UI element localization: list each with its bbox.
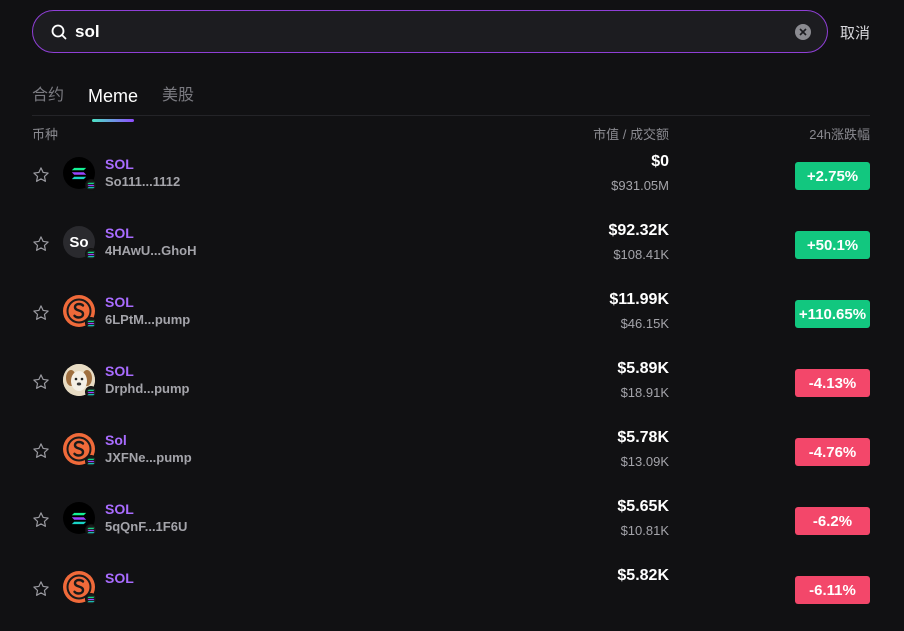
solana-chain-icon [85, 317, 97, 329]
change-badge: -6.11% [795, 576, 870, 604]
market-cap: $11.99K [609, 291, 669, 308]
volume: $46.15K [620, 316, 669, 331]
token-row[interactable]: So SOL 4HAwU...GhoH $92.32K $108.41K +50.1% [0, 217, 904, 286]
token-row[interactable]: SOL 6LPtM...pump $11.99K $46.15K +110.65% [0, 286, 904, 355]
solana-chain-icon [85, 386, 97, 398]
favorite-star-icon[interactable] [32, 580, 50, 598]
favorite-star-icon[interactable] [32, 511, 50, 529]
token-row[interactable]: SOL So111...1112 $0 $931.05M +2.75% [0, 148, 904, 217]
token-row[interactable]: SOL $5.82K -6.11% [0, 562, 904, 631]
dog-logo [63, 364, 97, 398]
market-cap: $5.89K [617, 360, 669, 377]
volume: $931.05M [611, 178, 669, 193]
solana-chain-icon [85, 455, 97, 467]
token-row[interactable]: SOL 5qQnF...1F6U $5.65K $10.81K -6.2% [0, 493, 904, 562]
tab-label: 合约 [32, 87, 65, 104]
cancel-button[interactable]: 取消 [840, 22, 870, 43]
solana-logo [63, 157, 97, 191]
token-address: 4HAwU...GhoH [105, 243, 197, 258]
token-address: 6LPtM...pump [105, 312, 191, 327]
logo-text: So [69, 233, 89, 251]
column-header-coin[interactable]: 币种 [32, 124, 58, 143]
tab-us-stocks[interactable]: 美股 [162, 84, 194, 116]
category-tabs: 合约 Meme 美股 [32, 84, 218, 122]
market-cap: $5.82K [617, 567, 669, 584]
solana-logo [63, 502, 97, 536]
change-badge: -6.2% [795, 507, 870, 535]
token-name: SOL [105, 570, 134, 586]
solana-chain-icon [85, 179, 97, 191]
favorite-star-icon[interactable] [32, 166, 50, 184]
search-input[interactable]: sol [32, 10, 828, 53]
volume: $108.41K [613, 247, 669, 262]
tab-label: 美股 [162, 87, 195, 104]
volume: $13.09K [620, 454, 669, 469]
favorite-star-icon[interactable] [32, 304, 50, 322]
solana-chain-icon [85, 248, 97, 260]
search-icon [51, 24, 67, 39]
change-badge: +2.75% [795, 162, 870, 190]
solana-chain-icon [85, 593, 97, 605]
market-cap: $5.65K [617, 498, 669, 515]
token-address: So111...1112 [105, 174, 181, 189]
change-badge: +110.65% [795, 300, 870, 328]
token-name: SOL [105, 156, 134, 172]
market-cap: $5.78K [617, 429, 669, 446]
tab-contracts[interactable]: 合约 [32, 84, 64, 116]
column-header-24h-change[interactable]: 24h涨跌幅 [809, 124, 870, 143]
token-name: SOL [105, 294, 134, 310]
s-coin-logo [63, 433, 97, 467]
token-address: JXFNe...pump [105, 450, 192, 465]
volume: $10.81K [620, 523, 669, 538]
token-address: 5qQnF...1F6U [105, 519, 188, 534]
tab-meme[interactable]: Meme [88, 84, 139, 122]
token-name: Sol [105, 432, 127, 448]
search-row: sol 取消 [32, 10, 874, 53]
favorite-star-icon[interactable] [32, 442, 50, 460]
search-query: sol [75, 21, 100, 41]
favorite-star-icon[interactable] [32, 373, 50, 391]
token-name: SOL [105, 225, 134, 241]
s-coin-logo [63, 571, 97, 605]
change-badge: -4.76% [795, 438, 870, 466]
token-name: SOL [105, 501, 134, 517]
market-cap: $0 [651, 153, 669, 170]
token-row[interactable]: Sol JXFNe...pump $5.78K $13.09K -4.76% [0, 424, 904, 493]
market-cap: $92.32K [608, 222, 670, 239]
clear-icon[interactable] [795, 24, 811, 40]
solana-chain-icon [85, 524, 97, 536]
s-coin-logo [63, 295, 97, 329]
token-address: Drphd...pump [105, 381, 190, 396]
so-text-logo: So [63, 226, 97, 260]
change-badge: +50.1% [795, 231, 870, 259]
token-row[interactable]: SOL Drphd...pump $5.89K $18.91K -4.13% [0, 355, 904, 424]
token-name: SOL [105, 363, 134, 379]
favorite-star-icon[interactable] [32, 235, 50, 253]
change-badge: -4.13% [795, 369, 870, 397]
active-tab-indicator [92, 119, 135, 122]
tab-label: Meme [88, 86, 139, 106]
volume: $18.91K [620, 385, 669, 400]
divider [32, 115, 870, 116]
column-header-mcap-volume[interactable]: 市值 / 成交额 [593, 124, 669, 143]
